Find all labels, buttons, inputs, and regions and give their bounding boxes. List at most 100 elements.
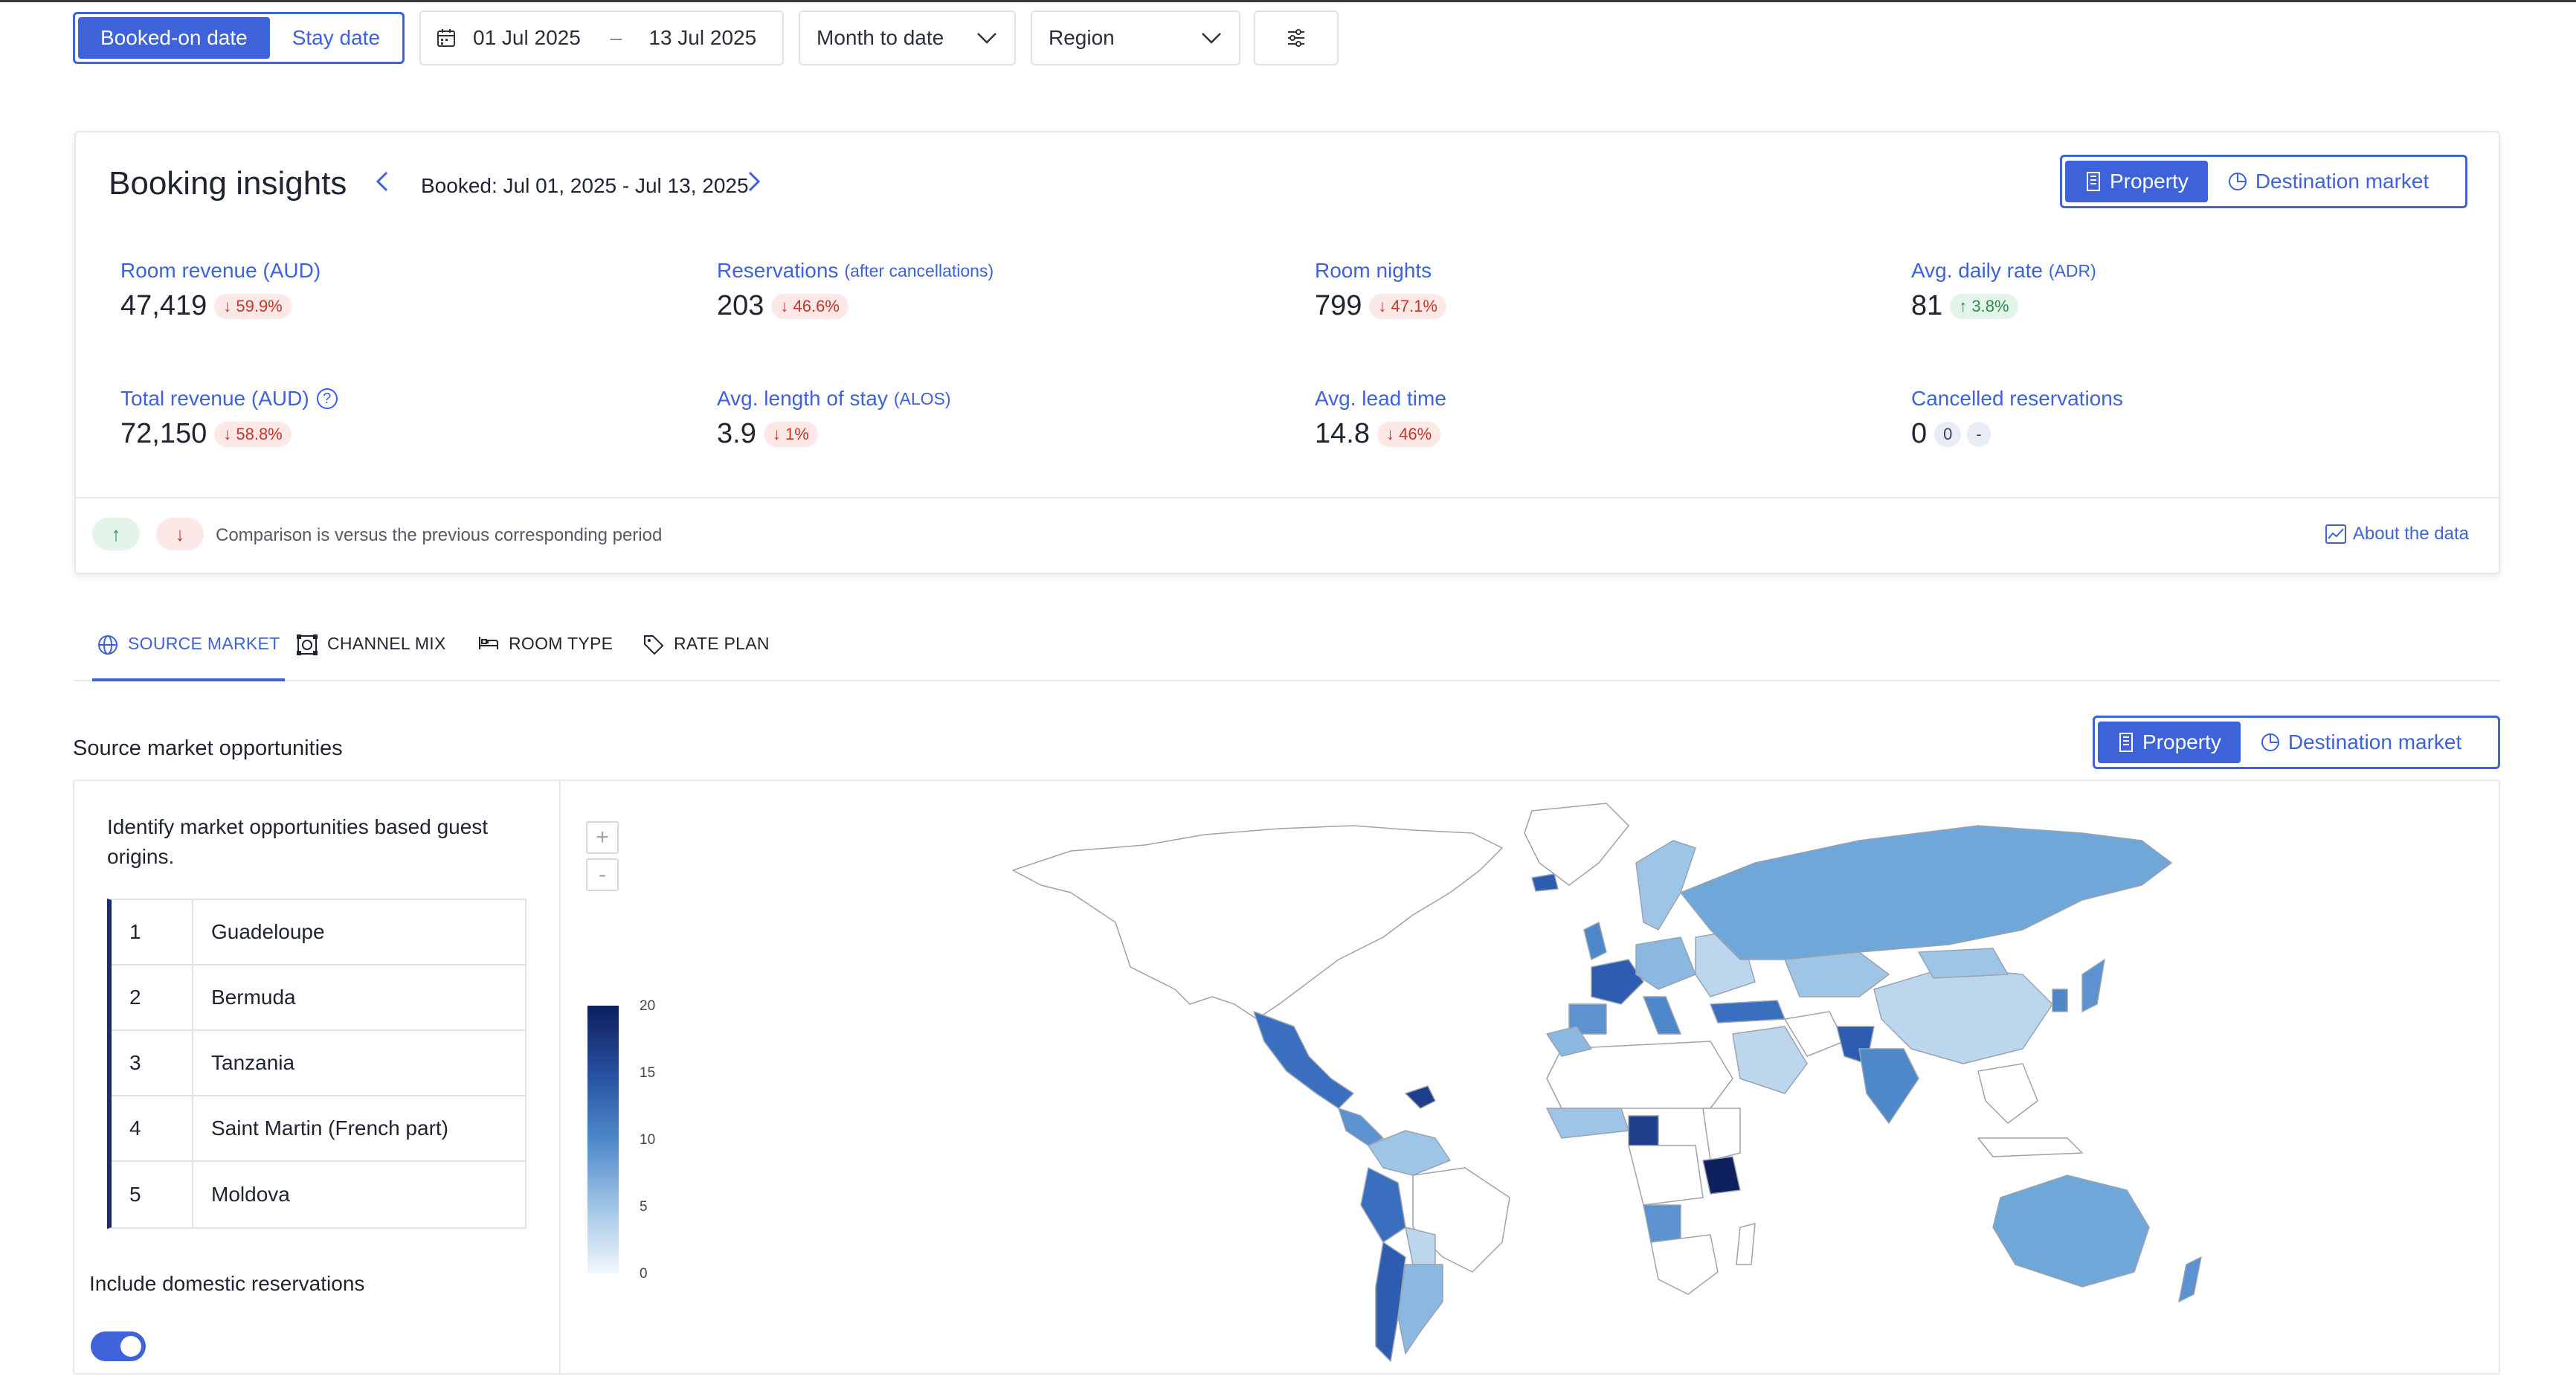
change-value: 59.9% <box>236 296 283 315</box>
booked-on-date-button[interactable]: Booked-on date <box>78 17 270 59</box>
map-region-nigeria <box>1628 1115 1659 1146</box>
rank-country: Bermuda <box>211 986 296 1009</box>
stay-date-button[interactable]: Stay date <box>270 17 402 59</box>
filter-settings-button[interactable] <box>1254 10 1339 65</box>
map-region-mongolia <box>1918 948 2009 979</box>
map-region-italy <box>1643 996 1681 1035</box>
booking-insights-card: Booking insights Booked: Jul 01, 2025 - … <box>74 131 2500 574</box>
date-range-picker[interactable]: 01 Jul 2025 – 13 Jul 2025 <box>419 10 784 65</box>
region-select-value: Region <box>1049 26 1115 49</box>
table-row[interactable]: 2 Bermuda <box>112 966 525 1031</box>
metric-label: Room revenue (AUD) <box>120 259 321 282</box>
metric-value: 3.9 <box>717 418 756 449</box>
map-region-australia <box>1992 1175 2150 1288</box>
map-region-madagascar <box>1736 1223 1756 1265</box>
rank-number: 1 <box>112 900 193 964</box>
rank-number: 5 <box>112 1162 193 1227</box>
calendar-icon <box>436 28 457 48</box>
window-top-border <box>0 0 2576 2</box>
destination-market-toggle-button[interactable]: Destination market <box>2241 722 2481 763</box>
metric-label: Cancelled reservations <box>1911 387 2123 410</box>
metric-lead-time: Avg. lead time 14.8 ↓ 46% <box>1315 387 1446 450</box>
metric-label: Avg. daily rate <box>1911 259 2043 282</box>
map-region-tanzania <box>1702 1156 1741 1195</box>
metric-value: 72,150 <box>120 418 207 449</box>
opportunity-ranking-table: 1 Guadeloupe 2 Bermuda 3 Tanzania 4 Sain… <box>107 899 527 1229</box>
rank-country: Moldova <box>211 1183 290 1206</box>
change-value: 58.8% <box>236 424 283 443</box>
source-market-scope-toggle: Property Destination market <box>2093 716 2500 769</box>
opportunities-description: Identify market opportunities based gues… <box>107 815 489 868</box>
metric-room-revenue: Room revenue (AUD) 47,419 ↓ 59.9% <box>120 259 321 322</box>
table-row[interactable]: 4 Saint Martin (French part) <box>112 1096 525 1162</box>
analysis-tabs: SOURCE MARKET CHANNEL MIX ROOM TYPE RATE… <box>74 622 2500 681</box>
chevron-left-icon[interactable] <box>373 168 391 202</box>
map-region-argentina <box>1397 1264 1443 1355</box>
property-toggle-label: Property <box>2142 730 2221 754</box>
chevron-right-icon[interactable] <box>745 168 763 202</box>
metric-value: 203 <box>717 290 764 321</box>
change-badge: ↑ 3.8% <box>1950 293 2018 319</box>
tab-label: CHANNEL MIX <box>327 634 446 653</box>
tab-channel-mix[interactable]: CHANNEL MIX <box>296 634 446 681</box>
source-market-panel: Identify market opportunities based gues… <box>73 780 2500 1375</box>
map-region-caribbean <box>1405 1085 1436 1109</box>
metric-sublabel: (ALOS) <box>893 388 951 408</box>
arrow-down-icon: ↓ <box>1385 424 1400 443</box>
map-region-turkey <box>1710 1000 1786 1024</box>
change-badge: ↓ 47.1% <box>1369 293 1446 319</box>
help-icon[interactable]: ? <box>316 388 338 409</box>
tab-rate-plan[interactable]: RATE PLAN <box>643 634 770 681</box>
metric-value: 0 <box>1911 418 1928 449</box>
insights-scope-toggle: Property Destination market <box>2060 155 2467 208</box>
tab-room-type[interactable]: ROOM TYPE <box>477 634 613 681</box>
tab-label: ROOM TYPE <box>509 634 614 653</box>
change-value: 46.6% <box>793 296 840 315</box>
rank-number: 2 <box>112 966 193 1029</box>
map-region-greenland <box>1524 803 1629 886</box>
destination-market-toggle-label: Destination market <box>2287 730 2462 754</box>
table-row[interactable]: 5 Moldova <box>112 1162 525 1227</box>
map-region-central-america <box>1338 1108 1384 1146</box>
metric-label: Avg. length of stay <box>717 387 888 410</box>
destination-market-toggle-label: Destination market <box>2255 170 2430 193</box>
rank-country: Guadeloupe <box>211 920 325 943</box>
metric-room-nights: Room nights 799 ↓ 47.1% <box>1315 259 1446 322</box>
metric-alos: Avg. length of stay (ALOS) 3.9 ↓ 1% <box>717 387 951 450</box>
property-toggle-button[interactable]: Property <box>2098 722 2241 763</box>
about-the-data-link[interactable]: About the data <box>2325 524 2469 544</box>
map-region-indonesia <box>1977 1137 2083 1157</box>
metric-value: 799 <box>1315 290 1362 321</box>
building-icon <box>2117 732 2135 753</box>
metric-cancelled-reservations: Cancelled reservations 0 0 - <box>1911 387 2123 450</box>
map-region-west-africa <box>1546 1108 1629 1139</box>
region-select[interactable]: Region <box>1031 10 1240 65</box>
map-region-kazakhstan <box>1784 951 1890 997</box>
comparison-note: Comparison is versus the previous corres… <box>216 525 663 545</box>
table-row[interactable]: 1 Guadeloupe <box>112 900 525 966</box>
tab-source-market[interactable]: SOURCE MARKET <box>92 634 285 681</box>
domestic-reservations-toggle[interactable] <box>91 1331 146 1361</box>
globe-icon <box>98 635 117 655</box>
change-value: 1% <box>785 424 809 443</box>
world-choropleth-map[interactable] <box>561 781 2499 1373</box>
property-toggle-button[interactable]: Property <box>2065 161 2208 202</box>
destination-market-toggle-button[interactable]: Destination market <box>2208 161 2448 202</box>
change-badge: ↓ 46% <box>1376 421 1441 447</box>
change-value: 47.1% <box>1391 296 1437 315</box>
period-select[interactable]: Month to date <box>799 10 1016 65</box>
metric-label: Avg. lead time <box>1315 387 1446 410</box>
period-select-value: Month to date <box>817 26 944 49</box>
map-region-north-america <box>1012 825 1503 1020</box>
rank-country: Saint Martin (French part) <box>211 1116 448 1140</box>
table-row[interactable]: 3 Tanzania <box>112 1031 525 1096</box>
rank-country: Tanzania <box>211 1051 295 1074</box>
booked-range-label: Booked: Jul 01, 2025 - Jul 13, 2025 <box>421 174 749 197</box>
date-to: 13 Jul 2025 <box>648 26 757 49</box>
map-region-new-zealand <box>2178 1256 2202 1302</box>
tab-label: RATE PLAN <box>674 634 770 653</box>
metric-label: Reservations <box>717 259 839 282</box>
map-region-korea <box>2052 989 2068 1012</box>
map-region-mexico <box>1253 1011 1354 1109</box>
date-separator: – <box>610 26 622 49</box>
